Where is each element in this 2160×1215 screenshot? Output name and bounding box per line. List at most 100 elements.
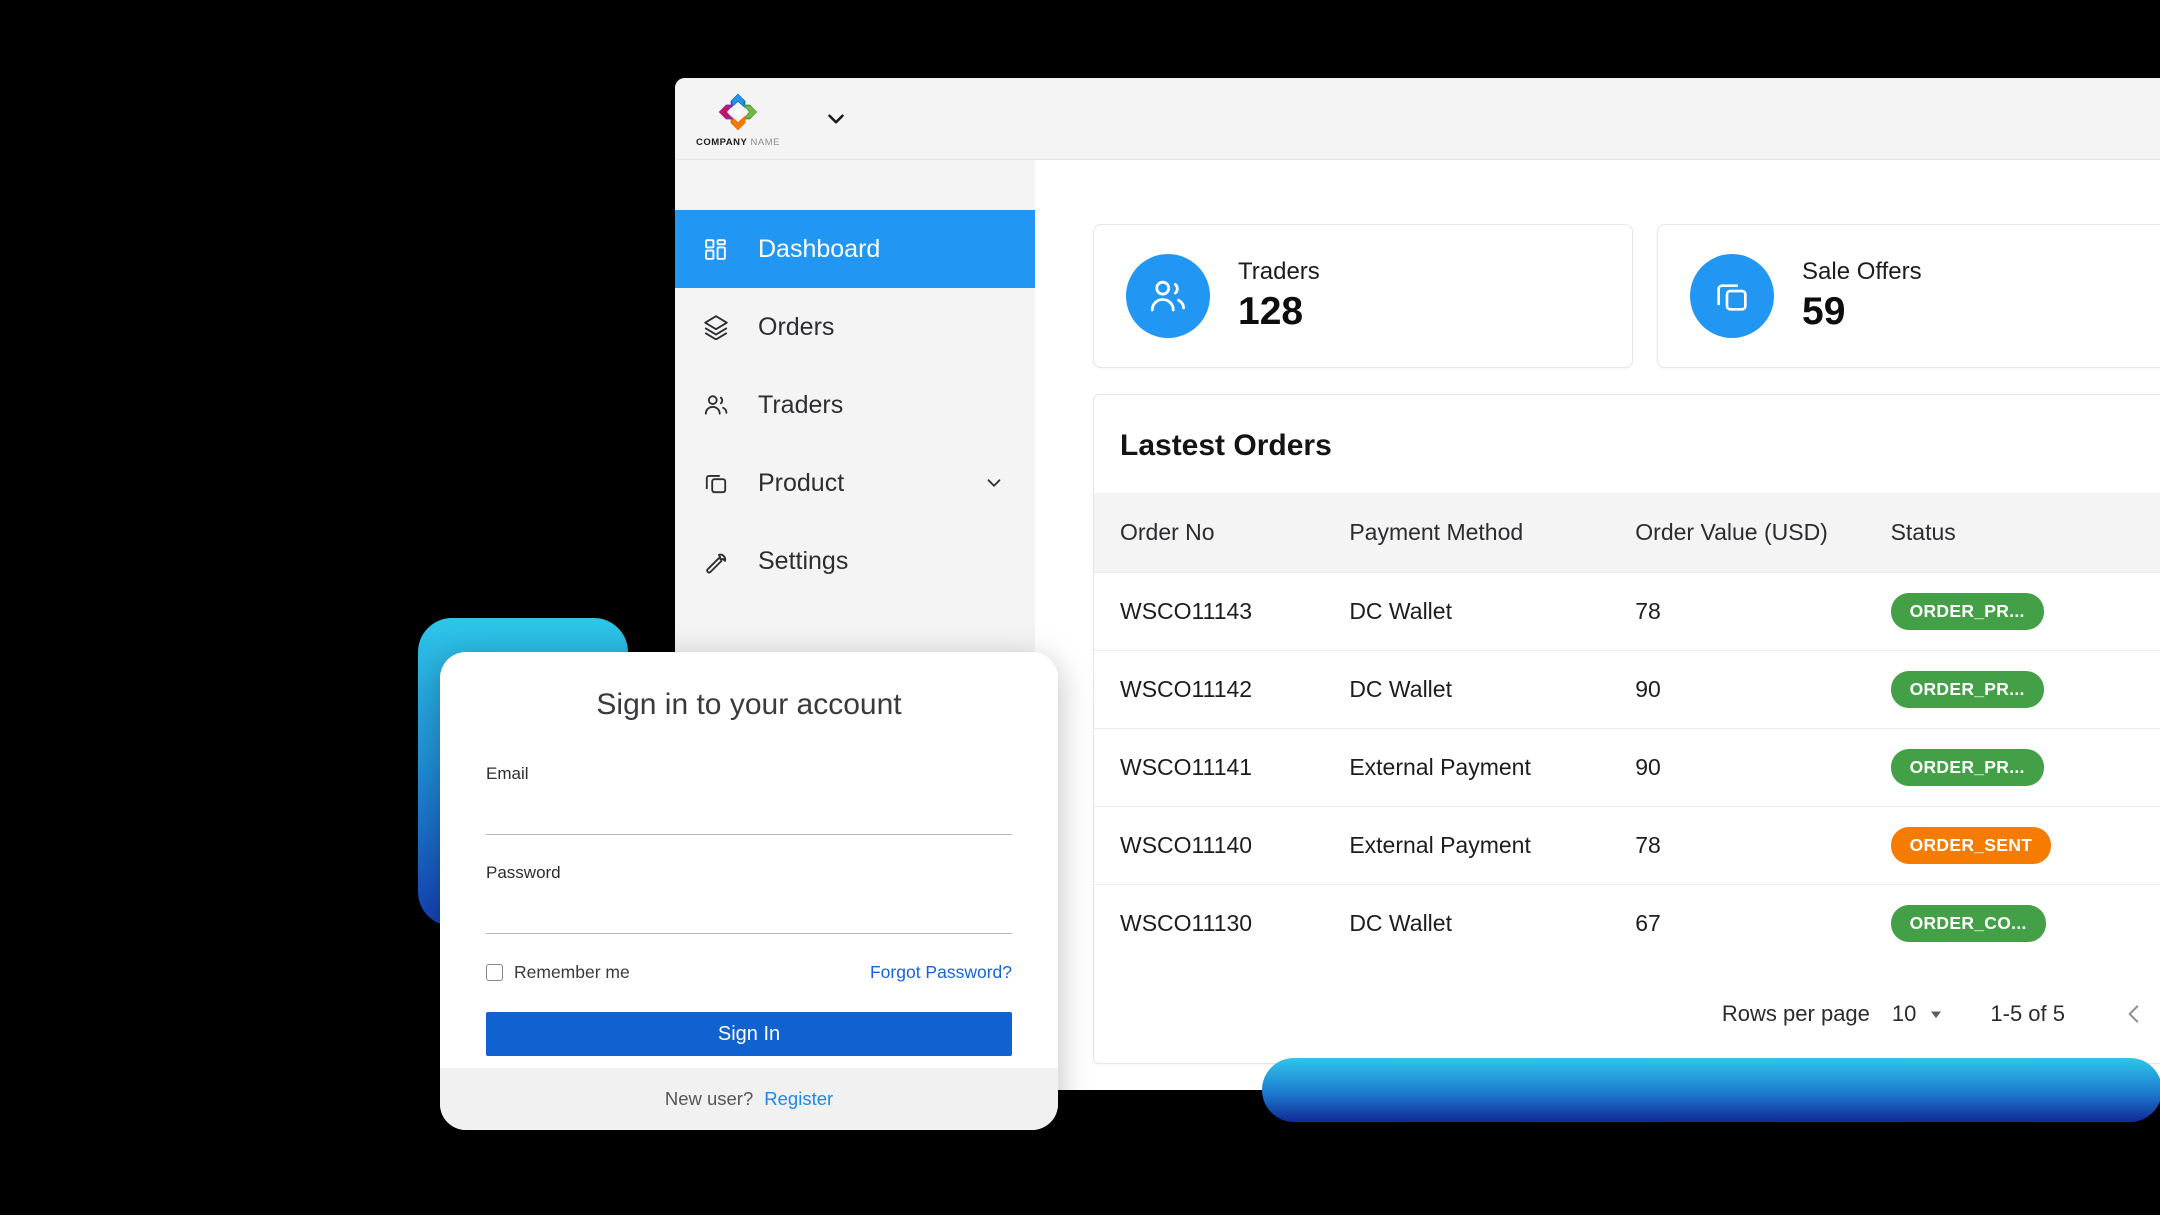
email-label: Email (486, 764, 529, 783)
login-form: Sign in to your account Email Password R… (440, 652, 1058, 1068)
rows-per-page-label: Rows per page (1721, 1000, 1870, 1026)
cell-status: ORDER_SENT (1890, 806, 2160, 885)
column-header-order-value: Order Value (USD) (1635, 493, 1891, 573)
brand-name-bold: COMPANY (696, 136, 748, 148)
remember-me-checkbox[interactable]: Remember me (486, 962, 630, 983)
cell-payment-method: DC Wallet (1349, 884, 1636, 963)
sidebar-item-label: Traders (758, 390, 844, 419)
remember-me-label: Remember me (514, 962, 630, 982)
sidebar-item-dashboard[interactable]: Dashboard (675, 210, 1035, 288)
layers-icon (703, 314, 737, 340)
pagination-next-chevron-right-icon[interactable] (2155, 993, 2160, 1035)
cell-order-value: 90 (1635, 728, 1891, 807)
table-row[interactable]: WSCO11130 DC Wallet 67 ORDER_CO... (1094, 884, 2160, 963)
cell-payment-method: External Payment (1349, 806, 1636, 885)
cell-order-value: 78 (1635, 806, 1891, 885)
stat-text: Sale Offers 59 (1802, 258, 1922, 335)
sidebar-item-label: Settings (758, 546, 849, 575)
new-user-prompt: New user? (664, 1088, 754, 1109)
sidebar-item-label: Product (758, 468, 845, 497)
sign-in-button[interactable]: Sign In (486, 1012, 1012, 1056)
cell-status: ORDER_PR... (1890, 728, 2160, 807)
column-header-status: Status (1890, 493, 2160, 573)
password-input[interactable] (486, 890, 1012, 934)
status-badge: ORDER_CO... (1890, 905, 2046, 943)
screenshot-stage: COMPANY NAME Dashboard Orders Traders Pr… (0, 0, 2160, 1215)
topbar-chevron-down-icon[interactable] (823, 106, 849, 132)
cell-order-no: WSCO11130 (1094, 884, 1350, 963)
cell-status: ORDER_PR... (1890, 650, 2160, 729)
users-icon (703, 392, 737, 418)
sidebar-item-label: Dashboard (758, 234, 881, 263)
status-badge: ORDER_PR... (1890, 671, 2044, 708)
brand[interactable]: COMPANY NAME (695, 90, 781, 148)
chevron-down-icon[interactable] (983, 472, 1005, 494)
rows-per-page-value[interactable]: 10 (1892, 1001, 1916, 1027)
latest-orders-card: Lastest Orders Order No Payment Method O… (1093, 394, 2160, 1064)
stat-value: 59 (1802, 290, 1846, 334)
status-badge: ORDER_SENT (1890, 827, 2052, 864)
cell-order-no: WSCO11143 (1094, 572, 1350, 651)
column-header-payment-method: Payment Method (1349, 493, 1636, 573)
table-row[interactable]: WSCO11141 External Payment 90 ORDER_PR..… (1094, 728, 2160, 807)
login-options-row: Remember me Forgot Password? (486, 962, 1012, 983)
sidebar-item-label: Orders (758, 312, 835, 341)
cell-order-no: WSCO11142 (1094, 650, 1350, 729)
brand-name: COMPANY NAME (696, 137, 780, 148)
login-card: Sign in to your account Email Password R… (440, 652, 1058, 1130)
cell-payment-method: DC Wallet (1349, 650, 1636, 729)
dashboard-topbar: COMPANY NAME (675, 78, 2160, 160)
main-content: Traders 128 Sale Offers 59 Lastest Order… (1035, 160, 2160, 1090)
copy-stack-icon (703, 470, 737, 496)
orders-table: Order No Payment Method Order Value (USD… (1094, 493, 2160, 963)
cell-payment-method: DC Wallet (1349, 572, 1636, 651)
sidebar-item-traders[interactable]: Traders (675, 366, 1035, 444)
password-label: Password (486, 863, 561, 882)
status-badge: ORDER_PR... (1890, 749, 2044, 786)
email-field-block: Email (486, 764, 1012, 835)
register-link[interactable]: Register (764, 1088, 833, 1110)
gradient-accent-bottom (1262, 1058, 2160, 1122)
table-row[interactable]: WSCO11143 DC Wallet 78 ORDER_PR... (1094, 572, 2160, 651)
sidebar-item-settings[interactable]: Settings (675, 522, 1035, 600)
wrench-icon (703, 548, 737, 574)
forgot-password-link[interactable]: Forgot Password? (870, 962, 1012, 983)
cell-order-value: 67 (1635, 884, 1891, 963)
login-footer: New user? Register (440, 1068, 1058, 1130)
caret-down-icon[interactable] (1926, 1004, 1946, 1024)
table-row[interactable]: WSCO11142 DC Wallet 90 ORDER_PR... (1094, 650, 2160, 729)
cell-order-value: 90 (1635, 650, 1891, 729)
orders-table-body: WSCO11143 DC Wallet 78 ORDER_PR... WSCO1… (1094, 572, 2160, 963)
pagination-range: 1-5 of 5 (1990, 1000, 2065, 1026)
stat-icon-circle (1690, 254, 1774, 338)
column-header-order-no: Order No (1094, 493, 1350, 573)
stat-cards-row: Traders 128 Sale Offers 59 (1093, 224, 2160, 368)
copy-stack-icon (1717, 284, 1747, 311)
stat-card-traders: Traders 128 (1093, 224, 1633, 368)
orders-table-head: Order No Payment Method Order Value (USD… (1094, 493, 2160, 573)
pagination-prev-chevron-left-icon[interactable] (2113, 993, 2155, 1035)
cell-status: ORDER_CO... (1890, 884, 2160, 963)
password-field-block: Password (486, 863, 1012, 934)
email-input[interactable] (486, 791, 1012, 835)
cell-status: ORDER_PR... (1890, 572, 2160, 651)
latest-orders-title: Lastest Orders (1120, 429, 1332, 462)
cell-order-no: WSCO11140 (1094, 806, 1350, 885)
table-row[interactable]: WSCO11140 External Payment 78 ORDER_SENT (1094, 806, 2160, 885)
four-petal-cross-logo-icon (718, 93, 758, 130)
grid-dashboard-icon (703, 237, 737, 262)
stat-icon-circle (1126, 254, 1210, 338)
stat-label: Sale Offers (1802, 257, 1922, 285)
cell-order-no: WSCO11141 (1094, 728, 1350, 807)
stat-value: 128 (1238, 290, 1304, 334)
checkbox-box-icon (486, 964, 503, 981)
sidebar-item-orders[interactable]: Orders (675, 288, 1035, 366)
users-icon (1150, 280, 1185, 312)
stat-label: Traders (1238, 257, 1320, 285)
sidebar-item-product[interactable]: Product (675, 444, 1035, 522)
table-header-row: Order No Payment Method Order Value (USD… (1094, 493, 2160, 573)
brand-name-light: NAME (747, 136, 780, 148)
stat-card-sale-offers: Sale Offers 59 (1657, 224, 2160, 368)
login-title: Sign in to your account (596, 688, 902, 721)
stat-text: Traders 128 (1238, 258, 1320, 335)
